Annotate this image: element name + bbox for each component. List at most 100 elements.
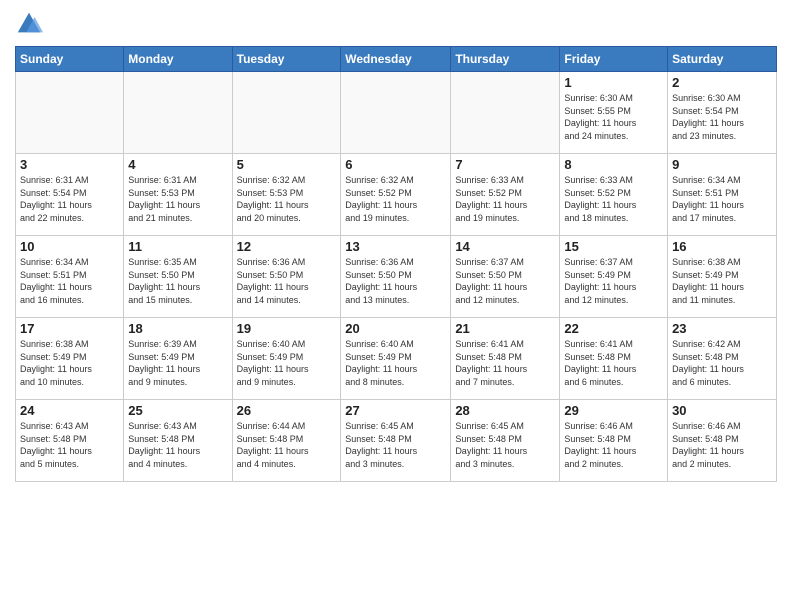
day-info: Sunrise: 6:33 AM Sunset: 5:52 PM Dayligh… (564, 174, 663, 224)
calendar-cell: 10 Sunrise: 6:34 AM Sunset: 5:51 PM Dayli… (16, 236, 124, 318)
day-info: Sunrise: 6:40 AM Sunset: 5:49 PM Dayligh… (237, 338, 337, 388)
weekday-header-thursday: Thursday (451, 47, 560, 72)
calendar-week-4: 17 Sunrise: 6:38 AM Sunset: 5:49 PM Dayli… (16, 318, 777, 400)
day-number: 12 (237, 239, 337, 254)
calendar-cell: 25Sunrise: 6:43 AM Sunset: 5:48 PM Dayli… (124, 400, 232, 482)
calendar-cell: 1 Sunrise: 6:30 AM Sunset: 5:55 PM Daylig… (560, 72, 668, 154)
calendar-header: SundayMondayTuesdayWednesdayThursdayFrid… (16, 47, 777, 72)
day-number: 9 (672, 157, 772, 172)
calendar-cell: 9 Sunrise: 6:34 AM Sunset: 5:51 PM Daylig… (668, 154, 777, 236)
weekday-row: SundayMondayTuesdayWednesdayThursdayFrid… (16, 47, 777, 72)
calendar-cell: 8 Sunrise: 6:33 AM Sunset: 5:52 PM Daylig… (560, 154, 668, 236)
weekday-header-saturday: Saturday (668, 47, 777, 72)
day-number: 22 (564, 321, 663, 336)
calendar-cell (232, 72, 341, 154)
calendar-cell: 6 Sunrise: 6:32 AM Sunset: 5:52 PM Daylig… (341, 154, 451, 236)
calendar-cell: 14Sunrise: 6:37 AM Sunset: 5:50 PM Dayli… (451, 236, 560, 318)
day-info: Sunrise: 6:30 AM Sunset: 5:55 PM Dayligh… (564, 92, 663, 142)
day-number: 11 (128, 239, 227, 254)
day-number: 1 (564, 75, 663, 90)
day-number: 7 (455, 157, 555, 172)
calendar-cell: 12 Sunrise: 6:36 AM Sunset: 5:50 PM Dayli… (232, 236, 341, 318)
day-info: Sunrise: 6:42 AM Sunset: 5:48 PM Dayligh… (672, 338, 772, 388)
day-info: Sunrise: 6:36 AM Sunset: 5:50 PM Dayligh… (345, 256, 446, 306)
calendar-cell: 3Sunrise: 6:31 AM Sunset: 5:54 PM Daylig… (16, 154, 124, 236)
day-info: Sunrise: 6:37 AM Sunset: 5:49 PM Dayligh… (564, 256, 663, 306)
day-info: Sunrise: 6:35 AM Sunset: 5:50 PM Dayligh… (128, 256, 227, 306)
weekday-header-sunday: Sunday (16, 47, 124, 72)
day-number: 28 (455, 403, 555, 418)
calendar-cell: 23 Sunrise: 6:42 AM Sunset: 5:48 PM Dayli… (668, 318, 777, 400)
day-info: Sunrise: 6:41 AM Sunset: 5:48 PM Dayligh… (564, 338, 663, 388)
day-info: Sunrise: 6:36 AM Sunset: 5:50 PM Dayligh… (237, 256, 337, 306)
day-number: 4 (128, 157, 227, 172)
calendar-cell: 28 Sunrise: 6:45 AM Sunset: 5:48 PM Dayli… (451, 400, 560, 482)
calendar-cell: 2Sunrise: 6:30 AM Sunset: 5:54 PM Daylig… (668, 72, 777, 154)
day-number: 3 (20, 157, 119, 172)
day-number: 16 (672, 239, 772, 254)
day-number: 5 (237, 157, 337, 172)
day-info: Sunrise: 6:46 AM Sunset: 5:48 PM Dayligh… (564, 420, 663, 470)
weekday-header-friday: Friday (560, 47, 668, 72)
calendar-cell: 15 Sunrise: 6:37 AM Sunset: 5:49 PM Dayli… (560, 236, 668, 318)
logo (15, 10, 47, 38)
calendar-cell (124, 72, 232, 154)
day-number: 18 (128, 321, 227, 336)
day-number: 23 (672, 321, 772, 336)
calendar-week-5: 24Sunrise: 6:43 AM Sunset: 5:48 PM Dayli… (16, 400, 777, 482)
day-info: Sunrise: 6:45 AM Sunset: 5:48 PM Dayligh… (455, 420, 555, 470)
calendar-cell: 20Sunrise: 6:40 AM Sunset: 5:49 PM Dayli… (341, 318, 451, 400)
day-number: 10 (20, 239, 119, 254)
header (15, 10, 777, 38)
day-number: 21 (455, 321, 555, 336)
day-info: Sunrise: 6:34 AM Sunset: 5:51 PM Dayligh… (672, 174, 772, 224)
day-number: 30 (672, 403, 772, 418)
calendar-cell: 30 Sunrise: 6:46 AM Sunset: 5:48 PM Dayli… (668, 400, 777, 482)
calendar-cell: 7 Sunrise: 6:33 AM Sunset: 5:52 PM Daylig… (451, 154, 560, 236)
day-info: Sunrise: 6:46 AM Sunset: 5:48 PM Dayligh… (672, 420, 772, 470)
day-info: Sunrise: 6:37 AM Sunset: 5:50 PM Dayligh… (455, 256, 555, 306)
calendar-cell: 21 Sunrise: 6:41 AM Sunset: 5:48 PM Dayli… (451, 318, 560, 400)
calendar-cell: 18 Sunrise: 6:39 AM Sunset: 5:49 PM Dayli… (124, 318, 232, 400)
day-info: Sunrise: 6:33 AM Sunset: 5:52 PM Dayligh… (455, 174, 555, 224)
calendar-cell: 27Sunrise: 6:45 AM Sunset: 5:48 PM Dayli… (341, 400, 451, 482)
calendar-body: 1 Sunrise: 6:30 AM Sunset: 5:55 PM Daylig… (16, 72, 777, 482)
logo-icon (15, 10, 43, 38)
calendar-cell: 29 Sunrise: 6:46 AM Sunset: 5:48 PM Dayli… (560, 400, 668, 482)
day-number: 8 (564, 157, 663, 172)
day-number: 13 (345, 239, 446, 254)
day-number: 17 (20, 321, 119, 336)
day-info: Sunrise: 6:41 AM Sunset: 5:48 PM Dayligh… (455, 338, 555, 388)
calendar-cell: 24Sunrise: 6:43 AM Sunset: 5:48 PM Dayli… (16, 400, 124, 482)
day-number: 15 (564, 239, 663, 254)
day-info: Sunrise: 6:32 AM Sunset: 5:52 PM Dayligh… (345, 174, 446, 224)
calendar-cell (16, 72, 124, 154)
calendar-cell: 11 Sunrise: 6:35 AM Sunset: 5:50 PM Dayli… (124, 236, 232, 318)
day-info: Sunrise: 6:43 AM Sunset: 5:48 PM Dayligh… (128, 420, 227, 470)
calendar-cell: 13 Sunrise: 6:36 AM Sunset: 5:50 PM Dayli… (341, 236, 451, 318)
calendar-cell: 5 Sunrise: 6:32 AM Sunset: 5:53 PM Daylig… (232, 154, 341, 236)
calendar-table: SundayMondayTuesdayWednesdayThursdayFrid… (15, 46, 777, 482)
day-info: Sunrise: 6:39 AM Sunset: 5:49 PM Dayligh… (128, 338, 227, 388)
day-number: 20 (345, 321, 446, 336)
day-info: Sunrise: 6:38 AM Sunset: 5:49 PM Dayligh… (20, 338, 119, 388)
day-info: Sunrise: 6:45 AM Sunset: 5:48 PM Dayligh… (345, 420, 446, 470)
calendar-cell: 22 Sunrise: 6:41 AM Sunset: 5:48 PM Dayli… (560, 318, 668, 400)
calendar-cell (451, 72, 560, 154)
calendar-week-2: 3Sunrise: 6:31 AM Sunset: 5:54 PM Daylig… (16, 154, 777, 236)
day-info: Sunrise: 6:43 AM Sunset: 5:48 PM Dayligh… (20, 420, 119, 470)
calendar-week-3: 10 Sunrise: 6:34 AM Sunset: 5:51 PM Dayli… (16, 236, 777, 318)
calendar-cell: 26Sunrise: 6:44 AM Sunset: 5:48 PM Dayli… (232, 400, 341, 482)
day-info: Sunrise: 6:34 AM Sunset: 5:51 PM Dayligh… (20, 256, 119, 306)
day-number: 29 (564, 403, 663, 418)
day-info: Sunrise: 6:32 AM Sunset: 5:53 PM Dayligh… (237, 174, 337, 224)
calendar-cell: 16 Sunrise: 6:38 AM Sunset: 5:49 PM Dayli… (668, 236, 777, 318)
calendar-week-1: 1 Sunrise: 6:30 AM Sunset: 5:55 PM Daylig… (16, 72, 777, 154)
page: SundayMondayTuesdayWednesdayThursdayFrid… (0, 0, 792, 612)
day-info: Sunrise: 6:30 AM Sunset: 5:54 PM Dayligh… (672, 92, 772, 142)
day-info: Sunrise: 6:38 AM Sunset: 5:49 PM Dayligh… (672, 256, 772, 306)
day-number: 6 (345, 157, 446, 172)
calendar-cell (341, 72, 451, 154)
day-info: Sunrise: 6:31 AM Sunset: 5:53 PM Dayligh… (128, 174, 227, 224)
calendar-cell: 4 Sunrise: 6:31 AM Sunset: 5:53 PM Daylig… (124, 154, 232, 236)
